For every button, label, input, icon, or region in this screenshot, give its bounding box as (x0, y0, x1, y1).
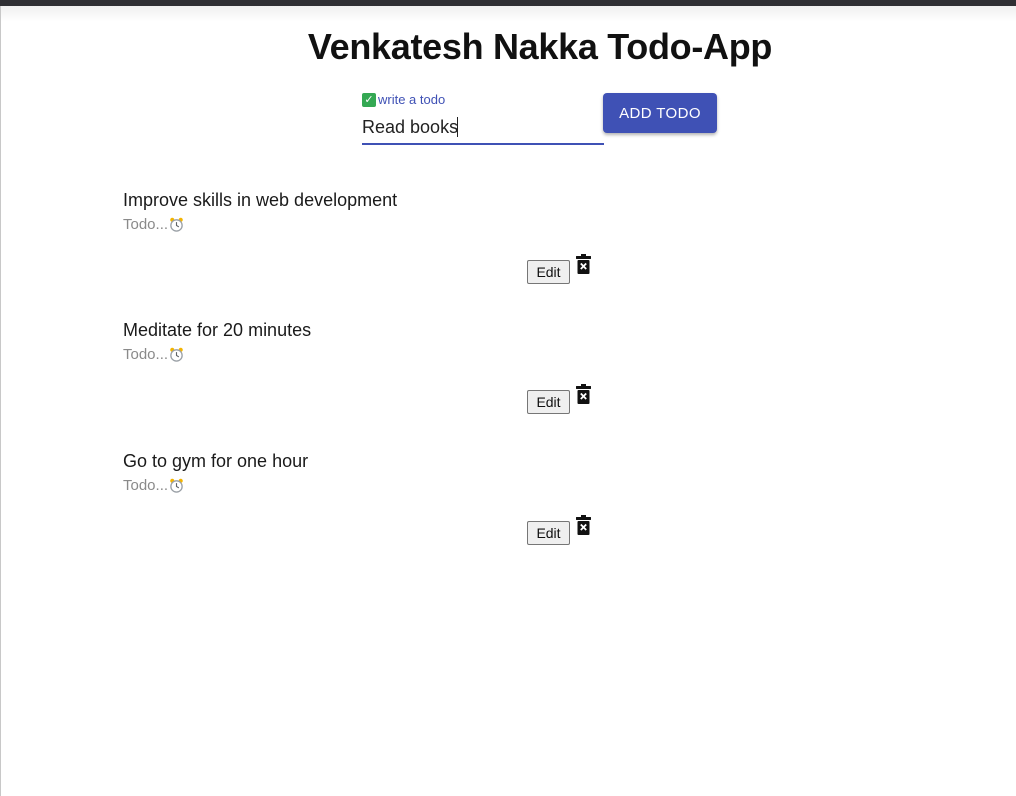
todo-text: Improve skills in web development (123, 190, 398, 210)
todo-status: Todo... (123, 346, 184, 363)
alarm-clock-icon (170, 478, 183, 493)
todo-status: Todo... (123, 216, 184, 233)
add-todo-button[interactable]: ADD TODO (603, 93, 717, 133)
todo-status-text: Todo... (123, 346, 169, 363)
todo-text: Meditate for 20 minutes (123, 320, 312, 340)
todo-input-label-text: write a todo (378, 92, 446, 107)
check-mark-icon: ✓ (362, 92, 376, 107)
todo-item: Go to gym for one hour Todo... Edit (123, 451, 643, 551)
todo-input[interactable] (362, 114, 604, 140)
todo-input-field[interactable]: ✓ write a todo (362, 92, 604, 146)
todo-status: Todo... (123, 477, 184, 494)
edit-button[interactable]: Edit (527, 260, 570, 284)
todo-text: Go to gym for one hour (123, 451, 309, 471)
todo-input-label: ✓ write a todo (362, 92, 445, 107)
trash-icon[interactable] (576, 515, 591, 535)
trash-icon[interactable] (576, 384, 591, 404)
alarm-clock-icon (170, 217, 183, 232)
edit-button[interactable]: Edit (527, 390, 570, 414)
edit-button[interactable]: Edit (527, 521, 570, 545)
todo-item: Meditate for 20 minutes Todo... Edit (123, 320, 643, 420)
todo-status-text: Todo... (123, 216, 169, 233)
alarm-clock-icon (170, 347, 183, 362)
window-left-edge (0, 6, 1, 796)
todo-item: Improve skills in web development Todo..… (123, 190, 643, 290)
page-title: Venkatesh Nakka Todo-App (307, 26, 773, 67)
todo-input-underline (362, 143, 604, 145)
trash-icon[interactable] (576, 254, 591, 274)
header-shade (1, 6, 1016, 22)
todo-status-text: Todo... (123, 477, 169, 494)
text-caret (457, 117, 458, 137)
